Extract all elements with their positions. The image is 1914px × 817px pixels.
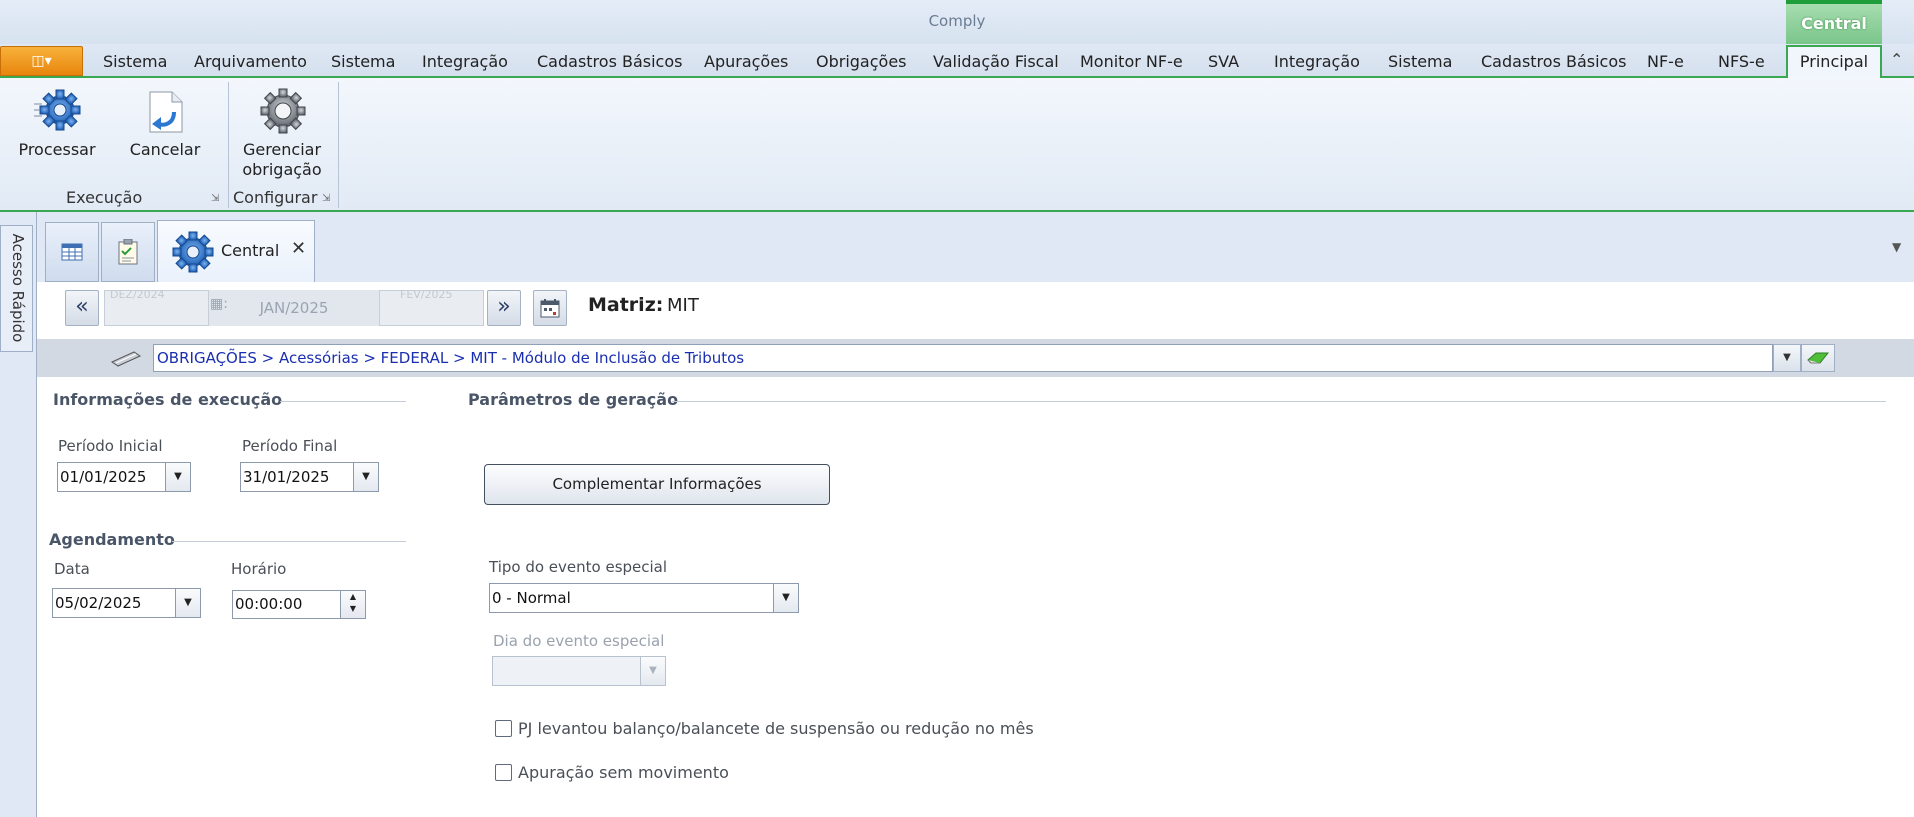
group-label-configurar: Configurar xyxy=(233,188,318,207)
undo-document-icon xyxy=(149,91,183,133)
cancelar-label: Cancelar xyxy=(129,140,201,159)
periodo-final-label: Período Final xyxy=(242,437,338,455)
collapse-ribbon-icon[interactable]: ⌃ xyxy=(1890,50,1903,69)
periodo-inicial-input[interactable]: 01/01/2025 xyxy=(57,462,167,492)
section-title-geracao: Parâmetros de geração xyxy=(468,390,679,409)
menu-tab-principal[interactable]: Principal xyxy=(1786,45,1882,78)
doc-tab-grid[interactable] xyxy=(45,222,99,282)
gerenciar-label-line2: obrigação xyxy=(242,160,322,179)
menu-tab-validacao-fiscal[interactable]: Validação Fiscal xyxy=(933,50,1059,74)
tipo-evento-dropdown[interactable]: ▼ xyxy=(773,583,799,613)
obligation-path-field[interactable]: OBRIGAÇÕES > Acessórias > FEDERAL > MIT … xyxy=(153,344,1773,372)
quick-access-label: Acesso Rápido xyxy=(9,233,27,343)
complementar-informacoes-button[interactable]: Complementar Informações xyxy=(484,464,830,505)
matriz-value: MIT xyxy=(667,295,699,316)
tipo-evento-select[interactable]: 0 - Normal xyxy=(489,583,775,613)
next-period-button[interactable]: » xyxy=(487,290,521,326)
matriz-label: Matriz: xyxy=(588,294,664,316)
section-title-agendamento: Agendamento xyxy=(49,530,175,549)
app-menu-icon: ◫▾ xyxy=(31,53,52,69)
data-input[interactable]: 05/02/2025 xyxy=(52,588,176,618)
context-tab-central[interactable]: Central xyxy=(1786,0,1882,44)
calendar-icon xyxy=(540,299,560,318)
dia-evento-select[interactable] xyxy=(492,656,642,686)
menu-tab-sistema-2[interactable]: Sistema xyxy=(331,50,395,74)
doc-tab-central-label: Central xyxy=(221,241,280,260)
app-menu-button[interactable]: ◫▾ xyxy=(0,46,83,76)
balanco-checkbox[interactable] xyxy=(495,720,512,737)
menu-tab-sistema[interactable]: Sistema xyxy=(103,50,167,74)
execucao-launcher-icon[interactable]: ⇲ xyxy=(211,193,219,204)
gerenciar-label-line1: Gerenciar xyxy=(242,140,322,159)
balanco-checkbox-label[interactable]: PJ levantou balanço/balancete de suspens… xyxy=(518,719,1034,738)
menu-tab-integracao[interactable]: Integração xyxy=(422,50,508,74)
section-divider xyxy=(172,541,406,542)
ribbon-separator xyxy=(228,82,229,208)
doc-tab-checklist[interactable] xyxy=(101,222,155,282)
periodo-final-input[interactable]: 31/01/2025 xyxy=(240,462,354,492)
menu-tab-sva[interactable]: SVA xyxy=(1208,50,1239,74)
chevron-down-icon[interactable]: ▼ xyxy=(1892,240,1901,254)
eraser-icon xyxy=(1807,352,1829,364)
data-dropdown[interactable]: ▼ xyxy=(175,588,201,618)
gear-icon xyxy=(34,89,81,131)
path-clear-button[interactable] xyxy=(1801,344,1835,372)
settings-gear-icon xyxy=(260,88,306,134)
clipboard-check-icon xyxy=(118,239,138,265)
periodo-inicial-dropdown[interactable]: ▼ xyxy=(165,462,191,492)
horario-input[interactable]: 00:00:00 xyxy=(232,590,342,619)
path-dropdown-button[interactable]: ▼ xyxy=(1773,344,1801,372)
menu-tab-arquivamento[interactable]: Arquivamento xyxy=(194,50,307,74)
menu-tab-integracao-2[interactable]: Integração xyxy=(1274,50,1360,74)
horario-label: Horário xyxy=(231,560,287,578)
group-label-execucao: Execução xyxy=(66,188,143,207)
configurar-launcher-icon[interactable]: ⇲ xyxy=(322,193,330,204)
sem-movimento-checkbox[interactable] xyxy=(495,764,512,781)
processar-label: Processar xyxy=(18,140,96,159)
tipo-evento-label: Tipo do evento especial xyxy=(489,558,668,576)
calendar-button[interactable] xyxy=(533,290,567,326)
menu-tab-obrigacoes[interactable]: Obrigações xyxy=(816,50,907,74)
menu-tab-cadastros-basicos[interactable]: Cadastros Básicos xyxy=(537,50,682,74)
period-next-ghost: FEV/2025 xyxy=(400,288,453,301)
period-current[interactable]: JAN/2025 xyxy=(208,290,380,326)
gear-icon xyxy=(172,231,214,273)
sem-movimento-checkbox-label[interactable]: Apuração sem movimento xyxy=(518,763,729,782)
menu-tab-apuracoes[interactable]: Apurações xyxy=(704,50,788,74)
periodo-final-dropdown[interactable]: ▼ xyxy=(353,462,379,492)
section-title-execucao: Informações de execução xyxy=(53,390,283,409)
table-grid-icon xyxy=(61,243,83,261)
data-label: Data xyxy=(54,560,90,578)
close-icon[interactable]: ✕ xyxy=(291,238,306,259)
calendar-small-icon: ▦: xyxy=(210,296,228,312)
section-divider xyxy=(280,401,406,402)
document-tabs-bar xyxy=(37,212,1914,282)
menu-tab-nfe[interactable]: NF-e xyxy=(1647,50,1684,74)
ribbon-separator-2 xyxy=(338,82,339,208)
gerenciar-obrigacao-button[interactable]: Gerenciar obrigação xyxy=(236,86,328,186)
menu-tab-sistema-3[interactable]: Sistema xyxy=(1388,50,1452,74)
menu-tab-nfse[interactable]: NFS-e xyxy=(1718,50,1765,74)
menu-tab-cadastros-basicos-2[interactable]: Cadastros Básicos xyxy=(1481,50,1626,74)
horario-spinner[interactable]: ▲ ▼ xyxy=(340,590,366,619)
app-title: Comply xyxy=(928,12,986,30)
dia-evento-dropdown[interactable]: ▼ xyxy=(640,656,666,686)
section-divider xyxy=(672,401,1886,402)
period-prev-ghost: DEZ/2024 xyxy=(110,288,165,301)
previous-period-button[interactable]: « xyxy=(65,290,99,326)
dia-evento-label: Dia do evento especial xyxy=(493,632,665,650)
path-tool-icon xyxy=(110,351,142,367)
menu-tab-monitor-nfe[interactable]: Monitor NF-e xyxy=(1080,50,1183,74)
periodo-inicial-label: Período Inicial xyxy=(58,437,163,455)
